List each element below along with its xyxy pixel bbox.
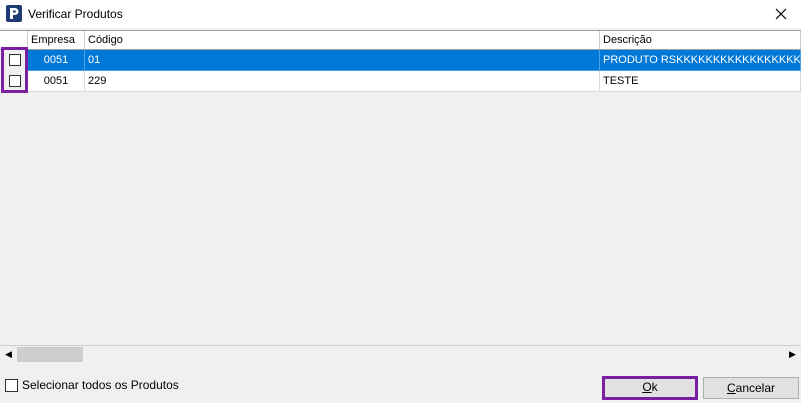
- arrow-right-icon: ▶: [789, 349, 796, 359]
- products-grid[interactable]: Empresa Código Descrição 0051 01 PRODUTO…: [0, 30, 801, 346]
- scroll-right-button[interactable]: ▶: [784, 346, 801, 363]
- select-all-checkbox[interactable]: [5, 378, 18, 392]
- scroll-left-button[interactable]: ◀: [0, 346, 17, 363]
- select-all-label: Selecionar todos os Produtos: [22, 378, 179, 392]
- header-empresa[interactable]: Empresa: [28, 31, 85, 49]
- header-codigo[interactable]: Código: [85, 31, 600, 49]
- grid-header: Empresa Código Descrição: [0, 31, 801, 50]
- checkbox-column-highlight: [1, 47, 28, 93]
- ok-button-label: Ok: [642, 380, 658, 394]
- cancel-button-label: Cancelar: [726, 381, 776, 395]
- window-title: Verificar Produtos: [28, 7, 123, 21]
- select-all-checkbox-row[interactable]: Selecionar todos os Produtos: [5, 378, 179, 392]
- cell-codigo: 01: [85, 50, 600, 71]
- cell-empresa: 0051: [28, 71, 85, 92]
- cell-empresa: 0051: [28, 50, 85, 71]
- title-bar: Verificar Produtos: [0, 0, 801, 28]
- table-row[interactable]: 0051 229 TESTE: [0, 71, 801, 92]
- close-icon: [775, 8, 787, 20]
- ok-button[interactable]: Ok: [602, 376, 698, 400]
- arrow-left-icon: ◀: [5, 349, 12, 359]
- cancel-button[interactable]: Cancelar: [703, 377, 799, 399]
- cell-descricao: TESTE: [600, 71, 801, 92]
- header-descricao[interactable]: Descrição: [600, 31, 801, 49]
- table-row[interactable]: 0051 01 PRODUTO RSKKKKKKKKKKKKKKKKKKKKKK…: [0, 50, 801, 71]
- cell-codigo: 229: [85, 71, 600, 92]
- close-button[interactable]: [761, 0, 801, 28]
- app-logo-icon: [6, 5, 22, 22]
- horizontal-scrollbar[interactable]: ◀ ▶: [0, 345, 801, 363]
- scrollbar-thumb[interactable]: [17, 347, 83, 362]
- cell-descricao: PRODUTO RSKKKKKKKKKKKKKKKKKKKKKKKKKKKKKK…: [600, 50, 801, 71]
